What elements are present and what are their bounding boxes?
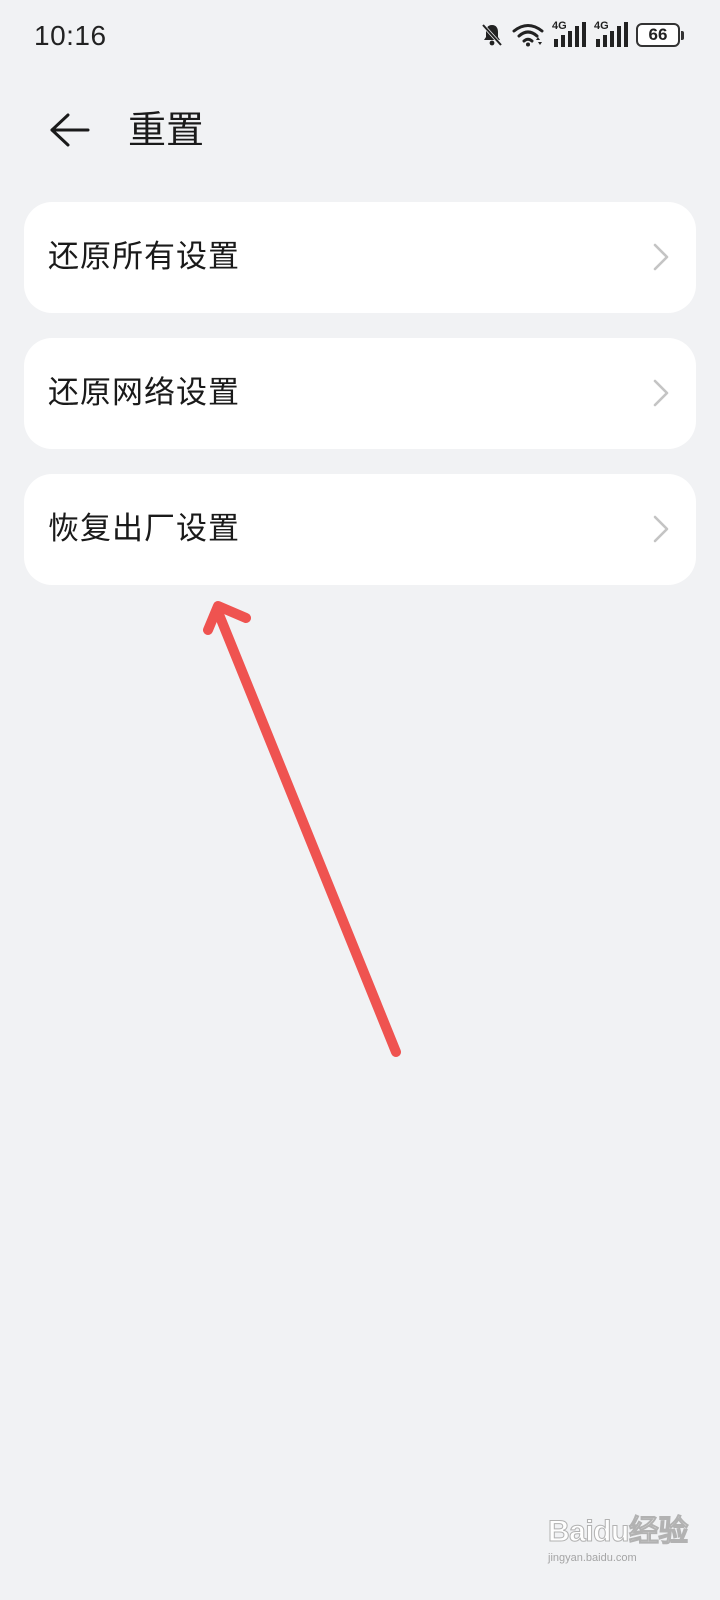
arrow-left-icon: [48, 112, 92, 152]
signal-4g-icon: 4G: [594, 20, 628, 48]
settings-item-label: 恢复出厂设置: [48, 511, 240, 547]
status-bar: 10:16 4G 4G 66: [0, 0, 720, 78]
arrow-up-icon: [203, 601, 401, 1057]
status-time: 10:16: [34, 20, 107, 51]
settings-item-label: 还原网络设置: [48, 375, 240, 411]
signal-4g-icon: 4G: [552, 20, 586, 48]
settings-item-factory-reset[interactable]: 恢复出厂设置: [24, 474, 696, 585]
status-icons: 4G 4G 66: [480, 20, 684, 48]
battery-level: 66: [636, 23, 680, 47]
page-title: 重置: [128, 108, 205, 152]
watermark-logo: Baidu经验: [548, 1515, 689, 1549]
chevron-right-icon: [652, 515, 670, 543]
battery-icon: 66: [636, 23, 684, 47]
watermark: Baidu经验 jingyan.baidu.com: [548, 1500, 698, 1580]
page-header: 重置: [0, 90, 720, 170]
chevron-right-icon: [652, 243, 670, 271]
back-button[interactable]: [42, 104, 98, 160]
battery-tip: [681, 30, 684, 40]
chevron-right-icon: [652, 379, 670, 407]
settings-item-label: 还原所有设置: [48, 239, 240, 275]
wifi-icon: [512, 23, 544, 47]
bell-muted-icon: [480, 22, 504, 48]
watermark-url: jingyan.baidu.com: [548, 1552, 637, 1564]
settings-item-restore-all[interactable]: 还原所有设置: [24, 202, 696, 313]
settings-item-restore-network[interactable]: 还原网络设置: [24, 338, 696, 449]
settings-list: 还原所有设置 还原网络设置 恢复出厂设置: [24, 202, 696, 610]
